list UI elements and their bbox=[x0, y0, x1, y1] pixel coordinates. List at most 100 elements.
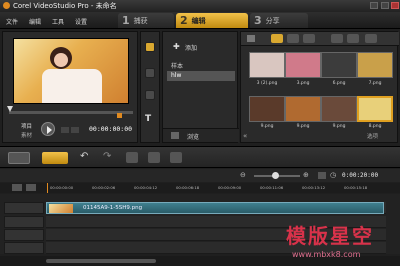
scrub-bar[interactable] bbox=[9, 111, 133, 114]
storyboard-view-button[interactable] bbox=[8, 152, 30, 164]
prev-button[interactable] bbox=[61, 127, 69, 133]
project-duration: 0:00:20:00 bbox=[342, 172, 379, 179]
folder-item-selected[interactable]: hlw bbox=[167, 71, 235, 81]
project-mode-label[interactable]: 项目 bbox=[21, 122, 32, 130]
ruler-tick-4: 00:00:09:00 bbox=[218, 185, 242, 190]
video-track-header[interactable] bbox=[4, 202, 44, 214]
close-button[interactable] bbox=[391, 2, 399, 9]
thumb-2-label: 6.png bbox=[332, 81, 346, 86]
tab-share[interactable]: 3 分享 bbox=[250, 13, 308, 28]
folder-item-samples[interactable]: 样本 bbox=[171, 61, 183, 70]
add-folder-label[interactable]: 添加 bbox=[185, 43, 197, 52]
zoom-slider-handle[interactable] bbox=[272, 172, 279, 179]
track-manager-icon[interactable] bbox=[12, 184, 22, 191]
play-button[interactable] bbox=[41, 122, 55, 136]
thumb-7-label: 8.png bbox=[368, 124, 382, 129]
folder-panel: ✚ 添加 样本 hlw 浏览 bbox=[162, 31, 239, 143]
thumb-2[interactable] bbox=[321, 52, 357, 78]
trim-out-marker[interactable] bbox=[117, 113, 122, 118]
thumb-6-label: 9.png bbox=[332, 124, 346, 129]
record-capture-icon[interactable] bbox=[126, 152, 138, 163]
timecode-display[interactable]: 00:00:00:00 bbox=[89, 125, 132, 133]
title-icon[interactable]: T bbox=[145, 114, 155, 124]
window-title: Corel VideoStudio Pro - 未命名 bbox=[13, 2, 117, 10]
image-filter-icon[interactable] bbox=[287, 34, 299, 43]
browse-bar: 浏览 bbox=[163, 128, 239, 142]
chapter-point-icon[interactable] bbox=[26, 184, 36, 191]
fit-project-icon[interactable] bbox=[318, 172, 326, 179]
app-logo-icon bbox=[3, 2, 10, 9]
timeline-toolbar: ↶ ↷ bbox=[0, 146, 400, 168]
sort-icon[interactable] bbox=[365, 34, 377, 43]
redo-icon[interactable]: ↷ bbox=[103, 151, 111, 162]
thumb-0[interactable] bbox=[249, 52, 285, 78]
scrollbar-thumb[interactable] bbox=[46, 259, 156, 263]
filter-icon[interactable] bbox=[145, 90, 155, 100]
clip-mode-label[interactable]: 素材 bbox=[21, 131, 32, 139]
undo-icon[interactable]: ↶ bbox=[80, 151, 88, 162]
options-button[interactable]: 选项 bbox=[367, 132, 378, 140]
zoom-out-icon[interactable]: ⊖ bbox=[240, 171, 246, 179]
ruler-tick-5: 00:00:11:06 bbox=[260, 185, 284, 190]
menu-bar: 文件 编辑 工具 设置 1 捕获 2 编辑 3 分享 bbox=[0, 12, 400, 29]
add-folder-icon[interactable]: ✚ bbox=[173, 42, 180, 51]
thumb-3-label: 7.png bbox=[368, 81, 382, 86]
thumb-4-label: 9.png bbox=[260, 124, 274, 129]
minimize-button[interactable] bbox=[370, 2, 378, 9]
browse-button[interactable]: 浏览 bbox=[187, 132, 199, 141]
next-button[interactable] bbox=[71, 127, 79, 133]
collapse-library-icon[interactable]: « bbox=[243, 132, 247, 140]
tab-capture-label: 捕获 bbox=[133, 16, 148, 25]
tab-edit[interactable]: 2 编辑 bbox=[176, 13, 248, 28]
preview-subject-dress bbox=[42, 69, 102, 103]
video-track[interactable]: 01145A9-1-5SH9.png bbox=[46, 202, 386, 214]
browse-folder-icon[interactable] bbox=[171, 132, 179, 139]
playhead[interactable] bbox=[47, 183, 48, 193]
video-filter-icon[interactable] bbox=[271, 34, 283, 43]
thumb-7[interactable] bbox=[357, 96, 393, 122]
tab-edit-number: 2 bbox=[180, 14, 188, 27]
watermark-url: www.mbxk8.com bbox=[292, 250, 361, 259]
audio-filter-icon[interactable] bbox=[303, 34, 315, 43]
preview-panel: 项目 素材 00:00:00:00 bbox=[2, 31, 138, 143]
watermark-text: 模版星空 bbox=[286, 224, 374, 248]
list-view-icon[interactable] bbox=[331, 34, 343, 43]
clock-icon: ◷ bbox=[330, 171, 337, 179]
thumb-3[interactable] bbox=[357, 52, 393, 78]
folder-item-hlw: hlw bbox=[171, 72, 182, 79]
clip-filename: 01145A9-1-5SH9.png bbox=[83, 205, 143, 211]
menu-file[interactable]: 文件 bbox=[6, 17, 18, 26]
thumb-5[interactable] bbox=[285, 96, 321, 122]
menu-tools[interactable]: 工具 bbox=[52, 17, 64, 26]
timeline-ruler: 00:00:00:00 00:00:02:06 00:00:04:12 00:0… bbox=[0, 183, 400, 193]
thumb-1[interactable] bbox=[285, 52, 321, 78]
menu-settings[interactable]: 设置 bbox=[75, 17, 87, 26]
voice-track-header[interactable] bbox=[4, 242, 44, 254]
tab-capture[interactable]: 1 捕获 bbox=[118, 13, 174, 28]
title-track-header[interactable] bbox=[4, 229, 44, 241]
thumb-5-label: 9.png bbox=[296, 124, 310, 129]
library-toolbar bbox=[241, 32, 399, 46]
play-icon bbox=[47, 126, 52, 134]
auto-music-icon[interactable] bbox=[170, 152, 182, 163]
grid-view-icon[interactable] bbox=[347, 34, 359, 43]
timeline-clip[interactable]: 01145A9-1-5SH9.png bbox=[46, 202, 384, 214]
menu-edit[interactable]: 编辑 bbox=[29, 17, 41, 26]
overlay-track-header[interactable] bbox=[4, 216, 44, 228]
zoom-in-icon[interactable]: ⊕ bbox=[303, 171, 309, 179]
ruler-tick-6: 00:00:13:12 bbox=[302, 185, 326, 190]
open-folder-icon[interactable] bbox=[247, 35, 255, 42]
media-icon[interactable] bbox=[145, 42, 155, 52]
preview-screen bbox=[13, 38, 129, 104]
sound-mixer-icon[interactable] bbox=[148, 152, 160, 163]
thumb-4[interactable] bbox=[249, 96, 285, 122]
preview-subject-face bbox=[54, 53, 68, 67]
transition-icon[interactable] bbox=[145, 68, 155, 78]
title-bar: Corel VideoStudio Pro - 未命名 bbox=[0, 0, 400, 12]
clip-thumbnail bbox=[49, 204, 73, 213]
maximize-button[interactable] bbox=[381, 2, 389, 9]
tab-edit-label: 编辑 bbox=[191, 16, 206, 25]
thumb-6[interactable] bbox=[321, 96, 357, 122]
library-tools-column: T bbox=[140, 31, 160, 143]
timeline-view-button[interactable] bbox=[42, 152, 68, 164]
